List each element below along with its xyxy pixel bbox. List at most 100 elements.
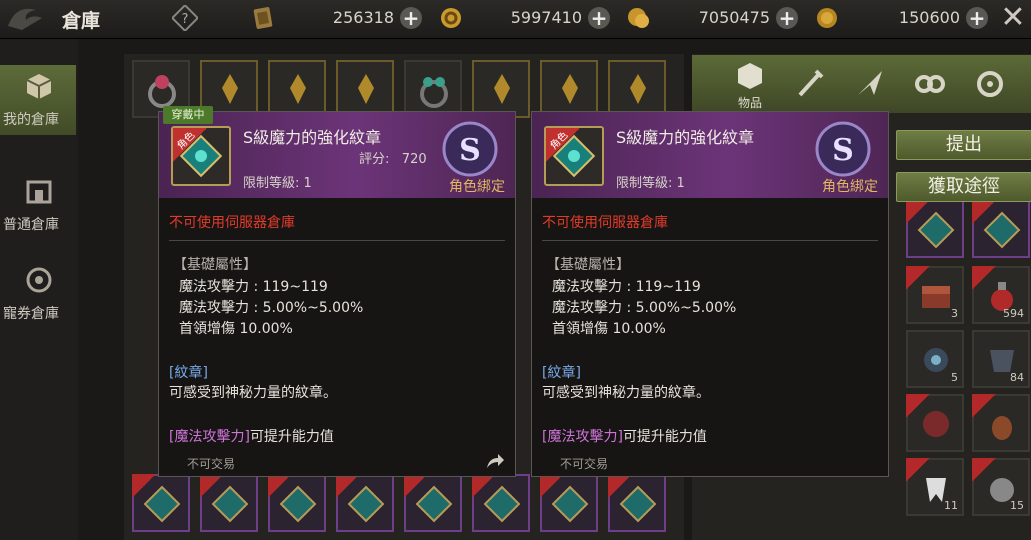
trade-status: 不可交易 <box>560 457 609 471</box>
sword-icon <box>798 69 824 97</box>
tab-link[interactable] <box>900 55 960 113</box>
currency-refresh-coin: 5997410 + <box>438 5 612 31</box>
emblem-icon <box>279 485 317 523</box>
item-slot[interactable] <box>200 474 258 532</box>
help-icon[interactable]: ? <box>170 3 200 33</box>
item-slot[interactable]: 15 <box>972 458 1030 516</box>
box-icon <box>26 74 52 99</box>
add-currency-button[interactable]: + <box>400 7 422 29</box>
earring-icon <box>222 74 238 104</box>
sidebar-item-pet-ticket-storage[interactable]: 寵券倉庫 <box>0 259 76 329</box>
item-count: 5 <box>951 371 958 384</box>
role-tag: 角色 <box>173 128 207 162</box>
item-slot[interactable]: 84 <box>972 330 1030 388</box>
dragon-emblem-icon <box>2 0 52 38</box>
stat-line: 魔法攻擊力 : 5.00%~5.00% <box>179 300 364 316</box>
tab-target[interactable] <box>960 55 1020 113</box>
add-currency-button[interactable]: + <box>588 7 610 29</box>
tab-arrow[interactable] <box>840 55 900 113</box>
item-slot[interactable] <box>972 200 1030 258</box>
item-slot[interactable] <box>268 474 326 532</box>
item-slot[interactable] <box>906 200 964 258</box>
tooltip-header: 角色 S級魔力的強化紋章 評分: 720 限制等級: 1 角色綁定 S <box>159 112 515 198</box>
sidebar-item-label: 寵券倉庫 <box>3 306 59 322</box>
earring-icon <box>630 74 646 104</box>
earring-icon <box>358 74 374 104</box>
item-slot[interactable] <box>608 60 666 118</box>
item-count: 594 <box>1003 307 1024 320</box>
emblem-description: 可感受到神秘力量的紋章。 <box>542 385 710 401</box>
item-slot[interactable] <box>972 394 1030 452</box>
item-tooltip-equipped: 角色 S級魔力的強化紋章 評分: 720 限制等級: 1 角色綁定 S 穿戴中 … <box>158 106 516 477</box>
category-tabs: 物品 <box>692 55 1031 113</box>
stat-line: 首領增傷 10.00% <box>179 321 293 337</box>
item-slot[interactable]: 3 <box>906 266 964 324</box>
add-currency-button[interactable]: + <box>966 7 988 29</box>
item-slot[interactable] <box>540 60 598 118</box>
sidebar-item-my-storage[interactable]: 我的倉庫 <box>0 65 76 135</box>
add-currency-button[interactable]: + <box>776 7 798 29</box>
item-slot[interactable] <box>404 474 462 532</box>
item-slot[interactable] <box>132 474 190 532</box>
emblem-icon <box>917 211 955 249</box>
emblem-icon <box>483 485 521 523</box>
sidebar-item-normal-storage[interactable]: 普通倉庫 <box>0 170 76 240</box>
item-slot[interactable] <box>906 394 964 452</box>
item-slot[interactable] <box>540 474 598 532</box>
item-name: S級魔力的強化紋章 <box>243 128 382 147</box>
item-slot[interactable] <box>472 474 530 532</box>
tab-weapons[interactable] <box>780 55 840 113</box>
arrow-icon <box>858 71 882 95</box>
stat-line: 魔法攻擊力 : 5.00%~5.00% <box>552 300 737 316</box>
close-icon[interactable]: ✕ <box>998 3 1028 34</box>
pet-ticket-icon <box>26 267 52 293</box>
server-storage-warning: 不可使用伺服器倉庫 <box>169 215 295 231</box>
emblem-icon <box>415 485 453 523</box>
share-icon[interactable] <box>485 452 505 470</box>
earring-icon <box>562 74 578 104</box>
orb-icon <box>924 348 948 372</box>
shield-icon <box>923 411 949 437</box>
emblem-icon <box>143 485 181 523</box>
submit-button[interactable]: 提出 <box>896 130 1031 160</box>
trade-status: 不可交易 <box>187 457 236 471</box>
item-slot[interactable] <box>268 60 326 118</box>
ring-icon <box>148 75 176 108</box>
emblem-icon <box>551 485 589 523</box>
item-count: 11 <box>944 499 958 512</box>
currency-coin: 150600 + <box>814 5 990 31</box>
item-score: 評分: 720 <box>359 152 427 167</box>
sidebar-item-label: 普通倉庫 <box>3 217 59 233</box>
emblem-icon <box>211 485 249 523</box>
currency-gold-stack: 7050475 + <box>626 5 800 31</box>
tab-items[interactable]: 物品 <box>720 55 780 113</box>
stat-line: 魔法攻擊力 : 119~119 <box>552 279 701 295</box>
divider <box>542 240 878 241</box>
acquire-route-button[interactable]: 獲取途徑 <box>896 172 1031 202</box>
equipped-badge: 穿戴中 <box>163 106 213 124</box>
item-name: S級魔力的強化紋章 <box>616 128 755 147</box>
s-rank-icon: S <box>442 121 498 177</box>
tab-label: 物品 <box>737 96 762 110</box>
emblem-icon <box>347 485 385 523</box>
stat-line: 魔法攻擊力 : 119~119 <box>179 279 328 295</box>
instrument-icon <box>992 416 1012 440</box>
item-slot[interactable] <box>472 60 530 118</box>
level-requirement: 限制等級: 1 <box>616 176 685 191</box>
item-slot[interactable] <box>608 474 666 532</box>
currency-value: 256318 <box>332 8 394 27</box>
item-slot[interactable]: 11 <box>906 458 964 516</box>
ring-icon <box>420 77 448 108</box>
item-slot[interactable] <box>336 474 394 532</box>
stat-line: 首領增傷 10.00% <box>552 321 666 337</box>
divider <box>169 240 505 241</box>
item-count: 84 <box>1010 371 1024 384</box>
item-slot[interactable] <box>336 60 394 118</box>
item-slot[interactable]: 5 <box>906 330 964 388</box>
bonus-line: [魔法攻擊力]可提升能力值 <box>542 429 707 445</box>
currency-value: 7050475 <box>698 8 770 27</box>
item-slot[interactable]: 594 <box>972 266 1030 324</box>
emblem-icon <box>983 211 1021 249</box>
item-slot[interactable] <box>404 60 462 118</box>
earring-icon <box>494 74 510 104</box>
